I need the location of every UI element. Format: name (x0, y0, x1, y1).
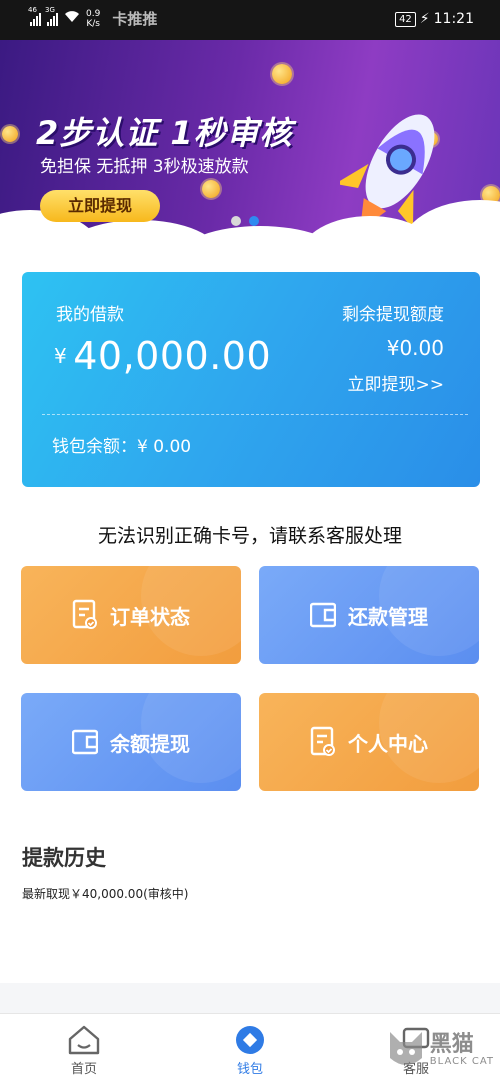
my-loan-label: 我的借款 (56, 305, 124, 325)
profile-document-icon (310, 726, 336, 758)
repayment-management-button[interactable]: 还款管理 (259, 566, 479, 664)
wallet-icon (71, 726, 99, 758)
loan-card: 我的借款 ¥40,000.00 剩余提现额度 ¥0.00 立即提现>> 钱包余额… (22, 272, 480, 487)
nav-wallet-label: 钱包 (236, 1062, 263, 1077)
nav-wallet[interactable]: 钱包 (210, 1022, 290, 1077)
remaining-limit-label: 剩余提现额度 (342, 305, 444, 325)
withdrawal-history-title: 提款历史 (22, 846, 106, 870)
pagination-dot[interactable] (231, 216, 241, 226)
status-bar: 46 3G 0.9 K/s 卡推推 42 ⚡ 11:21 (0, 0, 500, 40)
signal-strength-icon: 46 (28, 6, 41, 26)
wallet-nav-icon (210, 1022, 290, 1058)
coin-icon (202, 180, 220, 198)
withdraw-now-link[interactable]: 立即提现>> (348, 370, 445, 395)
banner-title: 2步认证 1秒审核 (36, 114, 293, 152)
wallet-icon (309, 599, 337, 631)
wallet-balance: 钱包余额：¥ 0.00 (52, 437, 192, 457)
signal-strength-icon: 3G (45, 6, 58, 26)
black-cat-watermark: 黑猫 BLACK CAT (386, 1028, 494, 1072)
watermark-subtext: BLACK CAT (429, 1055, 494, 1067)
banner-withdraw-button[interactable]: 立即提现 (40, 190, 160, 222)
nav-home[interactable]: 首页 (44, 1022, 124, 1077)
network-speed-value: 0.9 (86, 8, 101, 19)
banner-subtitle: 免担保 无抵押 3秒极速放款 (40, 157, 249, 177)
card-error-notice: 无法识别正确卡号，请联系客服处理 (97, 525, 402, 547)
battery-icon: 42 (395, 11, 416, 27)
network-speed: 0.9 K/s (86, 9, 100, 29)
network-speed-unit: K/s (86, 18, 100, 29)
network-type-label: 46 (28, 5, 37, 14)
coin-icon (2, 126, 18, 142)
notification-app-name: 卡推推 (112, 10, 158, 28)
banner-pagination[interactable] (231, 216, 259, 226)
wifi-icon (64, 10, 80, 27)
nav-home-label: 首页 (70, 1062, 97, 1077)
watermark-text: 黑猫 (429, 1031, 474, 1057)
black-cat-logo-icon (389, 1032, 422, 1065)
loan-amount: ¥40,000.00 (54, 334, 271, 378)
personal-center-button[interactable]: 个人中心 (259, 693, 479, 791)
pagination-dot-active[interactable] (249, 216, 259, 226)
clock: 11:21 (433, 11, 474, 27)
currency-symbol: ¥ (54, 344, 68, 368)
balance-withdraw-button[interactable]: 余额提现 (21, 693, 241, 791)
home-icon (44, 1022, 124, 1058)
latest-withdrawal-item[interactable]: 最新取现￥40,000.00(审核中) (22, 885, 188, 902)
loan-amount-value: 40,000.00 (73, 334, 272, 378)
card-divider (42, 414, 468, 415)
order-document-icon (72, 599, 98, 631)
order-status-button[interactable]: 订单状态 (21, 566, 241, 664)
charging-icon: ⚡ (419, 11, 430, 27)
network-type-label: 3G (45, 5, 55, 14)
coin-icon (272, 64, 292, 84)
remaining-limit-value: ¥0.00 (386, 336, 444, 360)
